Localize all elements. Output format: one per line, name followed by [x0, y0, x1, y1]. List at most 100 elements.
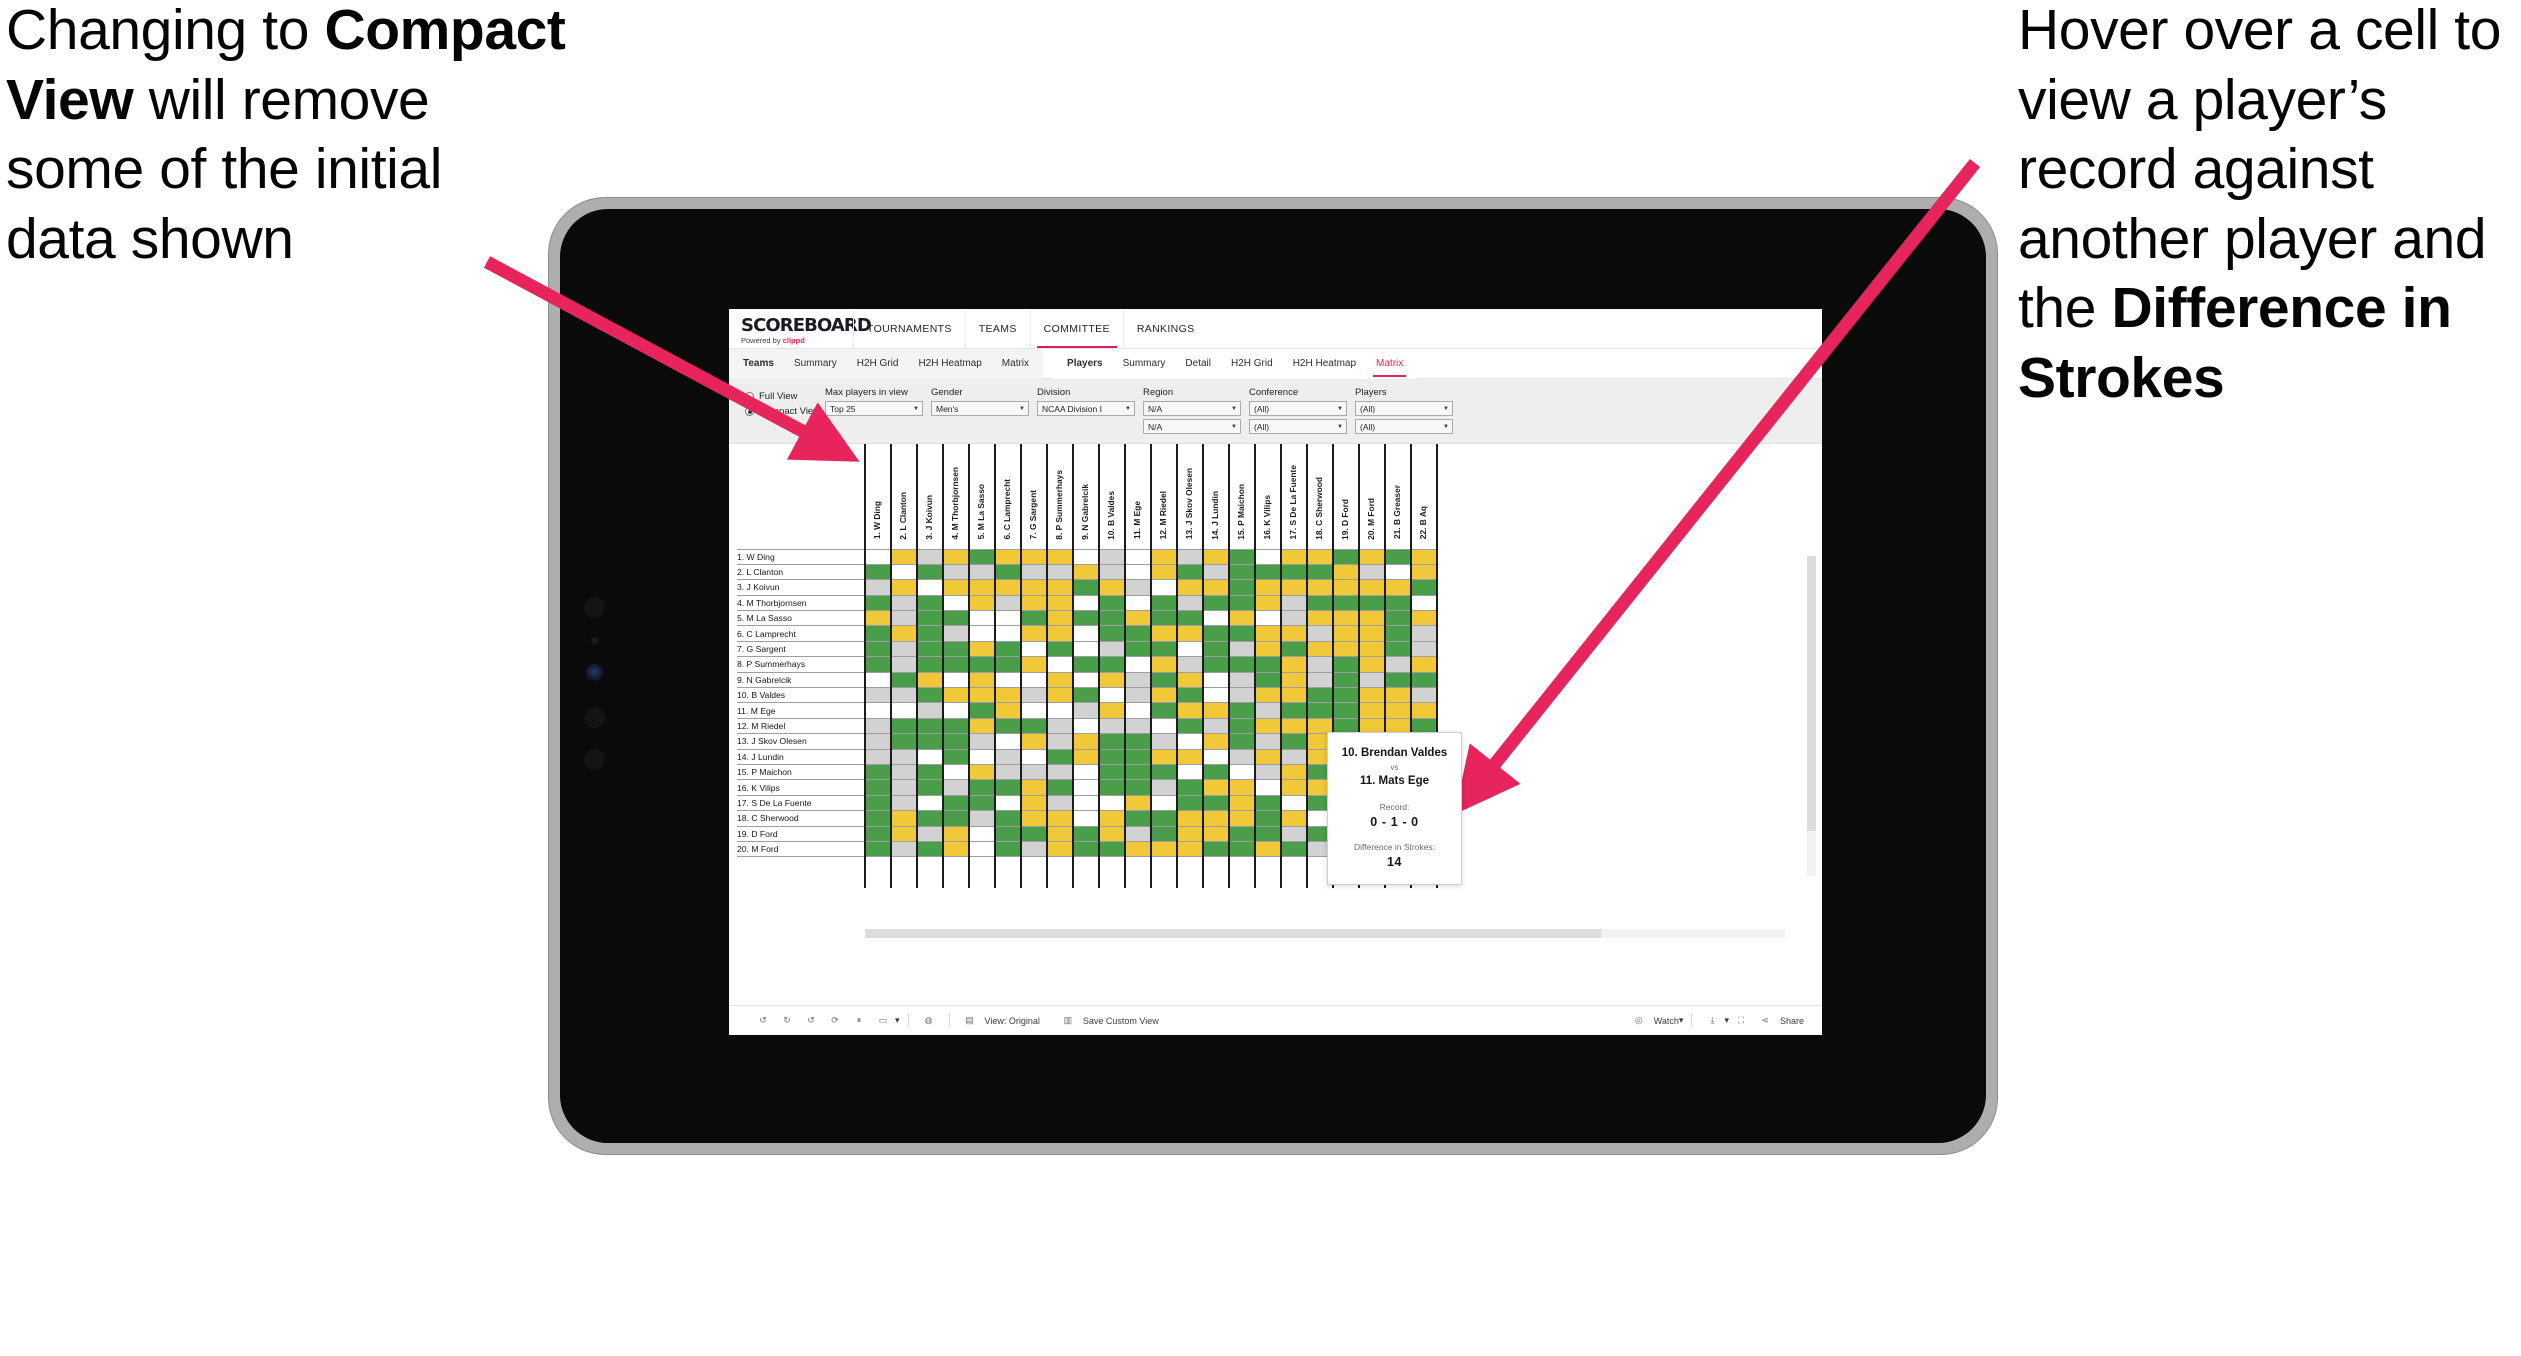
matrix-cell[interactable] [1072, 640, 1100, 658]
matrix-column-header[interactable]: 3. J Koivun [916, 444, 944, 549]
matrix-cell[interactable] [1332, 656, 1360, 673]
filter-gender-select[interactable]: Men's ▼ [931, 401, 1029, 416]
matrix-cell[interactable] [890, 717, 918, 735]
matrix-cell[interactable] [1124, 748, 1152, 765]
matrix-cell[interactable] [916, 579, 944, 596]
matrix-cell[interactable] [1176, 548, 1204, 565]
matrix-cell[interactable] [1228, 733, 1256, 750]
matrix-cell[interactable] [1306, 640, 1334, 658]
matrix-row-label[interactable]: 7. G Sargent [737, 640, 865, 658]
matrix-cell[interactable] [942, 794, 970, 812]
matrix-cell[interactable] [1228, 763, 1256, 781]
matrix-column-header[interactable]: 5. M La Sasso [968, 444, 996, 549]
matrix-cell[interactable] [1020, 548, 1048, 565]
matrix-cell[interactable] [1280, 548, 1308, 565]
radio-compact-view[interactable]: Compact View [745, 406, 825, 417]
matrix-cell[interactable] [916, 717, 944, 735]
matrix-cell[interactable] [1306, 610, 1334, 627]
matrix-cell[interactable] [1384, 563, 1412, 581]
matrix-cell[interactable] [1150, 733, 1178, 750]
matrix-cell[interactable] [1020, 840, 1048, 858]
matrix-cell[interactable] [1228, 748, 1256, 765]
matrix-cell[interactable] [1332, 548, 1360, 565]
matrix-cell[interactable] [1384, 548, 1412, 565]
matrix-cell[interactable] [864, 656, 892, 673]
matrix-cell[interactable] [942, 748, 970, 765]
matrix-cell[interactable] [1228, 794, 1256, 812]
matrix-cell[interactable] [968, 548, 996, 565]
matrix-cell[interactable] [942, 763, 970, 781]
matrix-cell[interactable] [1150, 640, 1178, 658]
matrix-cell[interactable] [1384, 579, 1412, 596]
matrix-cell[interactable] [1098, 548, 1126, 565]
matrix-cell[interactable] [1072, 840, 1100, 858]
matrix-column-header[interactable]: 15. P Maichon [1228, 444, 1256, 549]
matrix-cell[interactable] [1046, 640, 1074, 658]
filter-division-select[interactable]: NCAA Division I ▼ [1037, 401, 1135, 416]
matrix-cell[interactable] [968, 687, 996, 704]
matrix-cell[interactable] [1150, 702, 1178, 719]
matrix-row-label[interactable]: 19. D Ford [737, 825, 865, 842]
matrix-cell[interactable] [1202, 610, 1230, 627]
matrix-cell[interactable] [1124, 717, 1152, 735]
matrix-cell[interactable] [1280, 671, 1308, 689]
matrix-cell[interactable] [1124, 671, 1152, 689]
matrix-cell[interactable] [890, 610, 918, 627]
matrix-cell[interactable] [968, 825, 996, 842]
matrix-cell[interactable] [1228, 548, 1256, 565]
matrix-cell[interactable] [1202, 733, 1230, 750]
matrix-cell[interactable] [942, 625, 970, 642]
matrix-row-label[interactable]: 12. M Riedel [737, 717, 865, 735]
matrix-cell[interactable] [1150, 687, 1178, 704]
matrix-cell[interactable] [1228, 625, 1256, 642]
matrix-cell[interactable] [1202, 825, 1230, 842]
matrix-cell[interactable] [1020, 687, 1048, 704]
matrix-cell[interactable] [1124, 687, 1152, 704]
matrix-cell[interactable] [1150, 810, 1178, 827]
matrix-cell[interactable] [916, 794, 944, 812]
filter-conference-select[interactable]: (All) ▼ [1249, 401, 1347, 416]
matrix-cell[interactable] [1176, 825, 1204, 842]
matrix-cell[interactable] [968, 733, 996, 750]
matrix-row-label[interactable]: 14. J Lundin [737, 748, 865, 765]
matrix-cell[interactable] [1020, 748, 1048, 765]
matrix-cell[interactable] [1098, 594, 1126, 612]
pause-button[interactable]: ⏸ [847, 1011, 871, 1031]
matrix-cell[interactable] [1202, 840, 1230, 858]
matrix-cell[interactable] [968, 656, 996, 673]
matrix-cell[interactable] [1254, 825, 1282, 842]
matrix-cell[interactable] [890, 594, 918, 612]
topnav-item-tournaments[interactable]: TOURNAMENTS [853, 309, 965, 348]
matrix-cell[interactable] [1332, 702, 1360, 719]
matrix-cell[interactable] [1098, 733, 1126, 750]
matrix-cell[interactable] [1306, 563, 1334, 581]
matrix-cell[interactable] [1072, 625, 1100, 642]
matrix-cell[interactable] [1020, 656, 1048, 673]
matrix-cell[interactable] [1150, 671, 1178, 689]
matrix-column-header[interactable]: 4. M Thorbjornsen [942, 444, 970, 549]
matrix-cell[interactable] [1072, 671, 1100, 689]
matrix-cell[interactable] [1072, 763, 1100, 781]
matrix-column-header[interactable]: 2. L Clanton [890, 444, 918, 549]
matrix-cell[interactable] [1202, 702, 1230, 719]
matrix-column-header[interactable]: 11. M Ege [1124, 444, 1152, 549]
matrix-cell[interactable] [968, 594, 996, 612]
matrix-cell[interactable] [968, 779, 996, 796]
matrix-cell[interactable] [1332, 671, 1360, 689]
matrix-cell[interactable] [1254, 579, 1282, 596]
matrix-cell[interactable] [1280, 794, 1308, 812]
matrix-cell[interactable] [890, 625, 918, 642]
matrix-cell[interactable] [1072, 748, 1100, 765]
matrix-cell[interactable] [1098, 563, 1126, 581]
topnav-item-committee[interactable]: COMMITTEE [1029, 309, 1123, 348]
matrix-cell[interactable] [1124, 794, 1152, 812]
matrix-cell[interactable] [1202, 671, 1230, 689]
matrix-cell[interactable] [890, 579, 918, 596]
matrix-cell[interactable] [1280, 840, 1308, 858]
matrix-row-label[interactable]: 9. N Gabrelcik [737, 671, 865, 689]
matrix-column-header[interactable]: 17. S De La Fuente [1280, 444, 1308, 549]
matrix-cell[interactable] [994, 748, 1022, 765]
matrix-cell[interactable] [1228, 810, 1256, 827]
matrix-cell[interactable] [1046, 748, 1074, 765]
matrix-cell[interactable] [968, 640, 996, 658]
